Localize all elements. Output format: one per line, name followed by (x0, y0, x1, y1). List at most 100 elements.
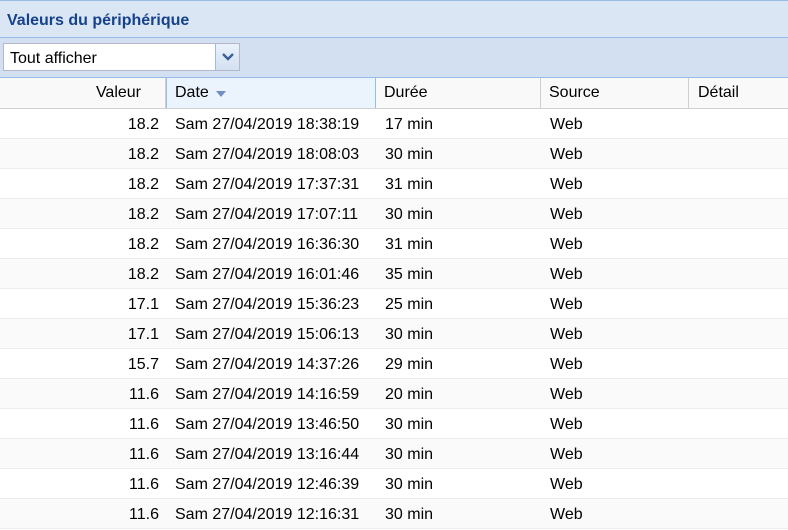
cell-detail (698, 349, 788, 378)
cell-detail (698, 469, 788, 498)
grid-header: Valeur Date Durée Source Détail (0, 78, 788, 109)
cell-source: Web (550, 386, 583, 403)
cell-duration: 30 min (385, 206, 434, 223)
cell-value: 18.2 (127, 176, 159, 193)
cell-date: Sam 27/04/2019 13:46:50 (175, 416, 360, 433)
cell-duration: 25 min (385, 296, 434, 313)
cell-duration: 30 min (385, 476, 434, 493)
cell-source: Web (550, 206, 583, 223)
cell-detail (698, 199, 788, 228)
cell-value: 17.1 (127, 326, 159, 343)
cell-source: Web (550, 416, 583, 433)
cell-date: Sam 27/04/2019 17:37:31 (175, 176, 360, 193)
column-header-duration[interactable]: Durée (376, 78, 541, 108)
table-row[interactable]: 18.2 Sam 27/04/2019 16:36:30 31 min Web (0, 229, 788, 259)
grid-body[interactable]: 18.2 Sam 27/04/2019 18:38:19 17 min Web … (0, 109, 788, 530)
table-row[interactable]: 18.2 Sam 27/04/2019 18:38:19 17 min Web (0, 109, 788, 139)
table-row[interactable]: 18.2 Sam 27/04/2019 17:37:31 31 min Web (0, 169, 788, 199)
cell-detail (698, 169, 788, 198)
column-header-source-label: Source (549, 84, 600, 101)
column-header-detail[interactable]: Détail (689, 78, 788, 108)
cell-detail (698, 439, 788, 468)
cell-source: Web (550, 236, 583, 253)
cell-date: Sam 27/04/2019 12:16:31 (175, 506, 360, 523)
cell-value: 18.2 (127, 266, 159, 283)
cell-date: Sam 27/04/2019 15:06:13 (175, 326, 360, 343)
cell-value: 11.6 (129, 386, 159, 403)
device-values-panel: Valeurs du périphérique Tout afficher Va… (0, 0, 788, 530)
panel-header: Valeurs du périphérique (0, 0, 788, 38)
cell-value: 11.6 (129, 416, 159, 433)
cell-date: Sam 27/04/2019 15:36:23 (175, 296, 360, 313)
table-row[interactable]: 18.2 Sam 27/04/2019 16:01:46 35 min Web (0, 259, 788, 289)
column-header-value[interactable]: Valeur (0, 78, 166, 108)
table-row[interactable]: 11.6 Sam 27/04/2019 12:46:39 30 min Web (0, 469, 788, 499)
column-header-source[interactable]: Source (541, 78, 689, 108)
cell-duration: 30 min (385, 326, 434, 343)
cell-detail (698, 379, 788, 408)
table-row[interactable]: 11.6 Sam 27/04/2019 14:16:59 20 min Web (0, 379, 788, 409)
cell-detail (698, 409, 788, 438)
cell-duration: 30 min (385, 446, 434, 463)
cell-source: Web (550, 446, 583, 463)
cell-duration: 20 min (385, 386, 434, 403)
cell-source: Web (550, 476, 583, 493)
cell-duration: 17 min (385, 116, 434, 133)
cell-duration: 31 min (385, 236, 434, 253)
table-row[interactable]: 17.1 Sam 27/04/2019 15:06:13 30 min Web (0, 319, 788, 349)
panel-title: Valeurs du périphérique (7, 12, 190, 29)
sort-descending-icon (216, 91, 226, 97)
cell-value: 18.2 (127, 236, 159, 253)
cell-date: Sam 27/04/2019 14:37:26 (175, 356, 360, 373)
cell-source: Web (550, 326, 583, 343)
cell-date: Sam 27/04/2019 16:36:30 (175, 236, 360, 253)
cell-value: 11.6 (129, 506, 159, 523)
table-row[interactable]: 15.7 Sam 27/04/2019 14:37:26 29 min Web (0, 349, 788, 379)
cell-date: Sam 27/04/2019 12:46:39 (175, 476, 360, 493)
cell-detail (698, 259, 788, 288)
cell-source: Web (550, 266, 583, 283)
cell-source: Web (550, 296, 583, 313)
column-header-date-label: Date (175, 84, 209, 101)
cell-detail (698, 319, 788, 348)
filter-combo[interactable]: Tout afficher (3, 43, 240, 71)
cell-detail (698, 109, 788, 138)
cell-date: Sam 27/04/2019 17:07:11 (175, 206, 358, 223)
cell-source: Web (550, 116, 583, 133)
cell-duration: 31 min (385, 176, 434, 193)
cell-detail (698, 139, 788, 168)
table-row[interactable]: 18.2 Sam 27/04/2019 18:08:03 30 min Web (0, 139, 788, 169)
cell-duration: 30 min (385, 146, 434, 163)
cell-date: Sam 27/04/2019 18:38:19 (175, 116, 360, 133)
cell-date: Sam 27/04/2019 16:01:46 (175, 266, 360, 283)
cell-detail (698, 229, 788, 258)
cell-date: Sam 27/04/2019 13:16:44 (175, 446, 360, 463)
cell-value: 15.7 (127, 356, 159, 373)
table-row[interactable]: 11.6 Sam 27/04/2019 13:16:44 30 min Web (0, 439, 788, 469)
cell-source: Web (550, 506, 583, 523)
filter-combo-trigger[interactable] (215, 44, 239, 70)
cell-value: 11.6 (129, 476, 159, 493)
column-header-duration-label: Durée (384, 84, 428, 101)
cell-value: 18.2 (127, 206, 159, 223)
chevron-down-icon (222, 53, 234, 61)
cell-duration: 29 min (385, 356, 434, 373)
cell-value: 18.2 (127, 116, 159, 133)
cell-duration: 30 min (385, 506, 434, 523)
filter-combo-value[interactable]: Tout afficher (10, 50, 97, 68)
cell-duration: 35 min (385, 266, 434, 283)
cell-value: 17.1 (127, 296, 159, 313)
cell-value: 11.6 (129, 446, 159, 463)
column-header-value-label: Valeur (95, 84, 141, 101)
table-row[interactable]: 11.6 Sam 27/04/2019 13:46:50 30 min Web (0, 409, 788, 439)
cell-source: Web (550, 356, 583, 373)
cell-date: Sam 27/04/2019 14:16:59 (175, 386, 360, 403)
column-header-date[interactable]: Date (166, 78, 376, 108)
table-row[interactable]: 17.1 Sam 27/04/2019 15:36:23 25 min Web (0, 289, 788, 319)
table-row[interactable]: 18.2 Sam 27/04/2019 17:07:11 30 min Web (0, 199, 788, 229)
cell-date: Sam 27/04/2019 18:08:03 (175, 146, 360, 163)
filter-toolbar: Tout afficher (0, 38, 788, 78)
cell-source: Web (550, 146, 583, 163)
table-row[interactable]: 11.6 Sam 27/04/2019 12:16:31 30 min Web (0, 499, 788, 529)
cell-detail (698, 499, 788, 528)
